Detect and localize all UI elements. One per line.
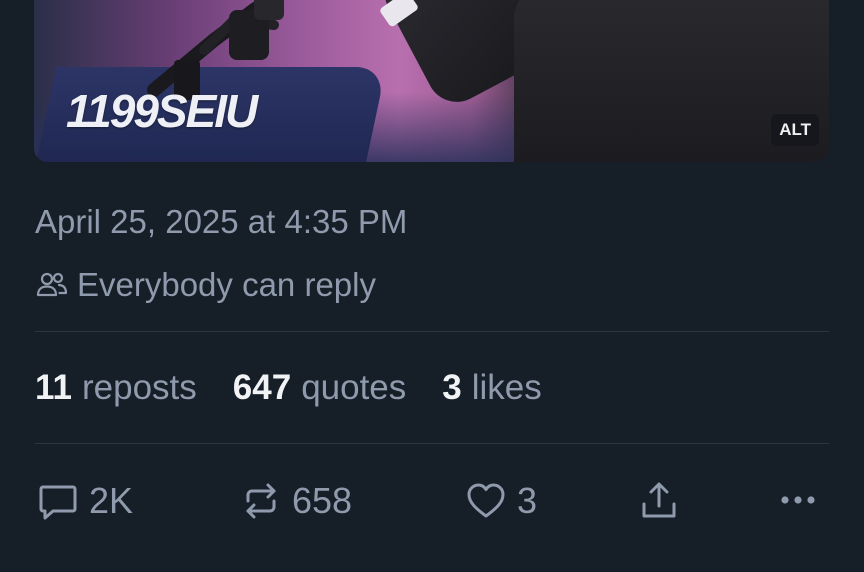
- reply-setting[interactable]: Everybody can reply: [35, 266, 376, 304]
- repost-count: 658: [292, 480, 353, 521]
- likes-label: likes: [471, 368, 542, 407]
- repost-icon: [246, 483, 276, 519]
- heart-icon: [467, 483, 505, 518]
- reply-button[interactable]: 2K: [37, 480, 133, 522]
- post-image[interactable]: 1199SEIU ALT: [34, 0, 829, 162]
- share-icon: [642, 482, 676, 518]
- quotes-stat[interactable]: 647 quotes: [233, 368, 407, 408]
- more-options-button[interactable]: [777, 484, 819, 516]
- repost-button[interactable]: 658: [240, 480, 352, 522]
- reposts-label: reposts: [82, 368, 197, 407]
- reply-count: 2K: [89, 480, 134, 521]
- divider: [35, 443, 829, 444]
- image-brand-text: 1199SEIU: [66, 85, 258, 137]
- quotes-label: quotes: [301, 368, 407, 407]
- likes-count: 3: [442, 368, 462, 407]
- alt-text-button[interactable]: ALT: [771, 114, 819, 146]
- reposts-stat[interactable]: 11 reposts: [35, 368, 197, 408]
- post-detail: 1199SEIU ALT April 25, 2025 at 4:35 PM E…: [0, 0, 864, 572]
- like-count: 3: [517, 480, 538, 521]
- reposts-count: 11: [35, 368, 72, 407]
- action-bar: 2K 658 3: [35, 480, 829, 526]
- reply-setting-label: Everybody can reply: [77, 266, 376, 303]
- people-icon: [35, 268, 69, 302]
- reply-icon: [39, 485, 77, 520]
- more-icon: [781, 496, 815, 504]
- quotes-count: 647: [232, 368, 292, 407]
- like-button[interactable]: 3: [465, 480, 537, 522]
- likes-stat[interactable]: 3 likes: [442, 368, 542, 408]
- share-button[interactable]: [638, 480, 680, 522]
- engagement-stats: 11 reposts 647 quotes 3 likes: [35, 368, 578, 408]
- divider: [35, 331, 829, 332]
- post-timestamp[interactable]: April 25, 2025 at 4:35 PM: [35, 203, 407, 241]
